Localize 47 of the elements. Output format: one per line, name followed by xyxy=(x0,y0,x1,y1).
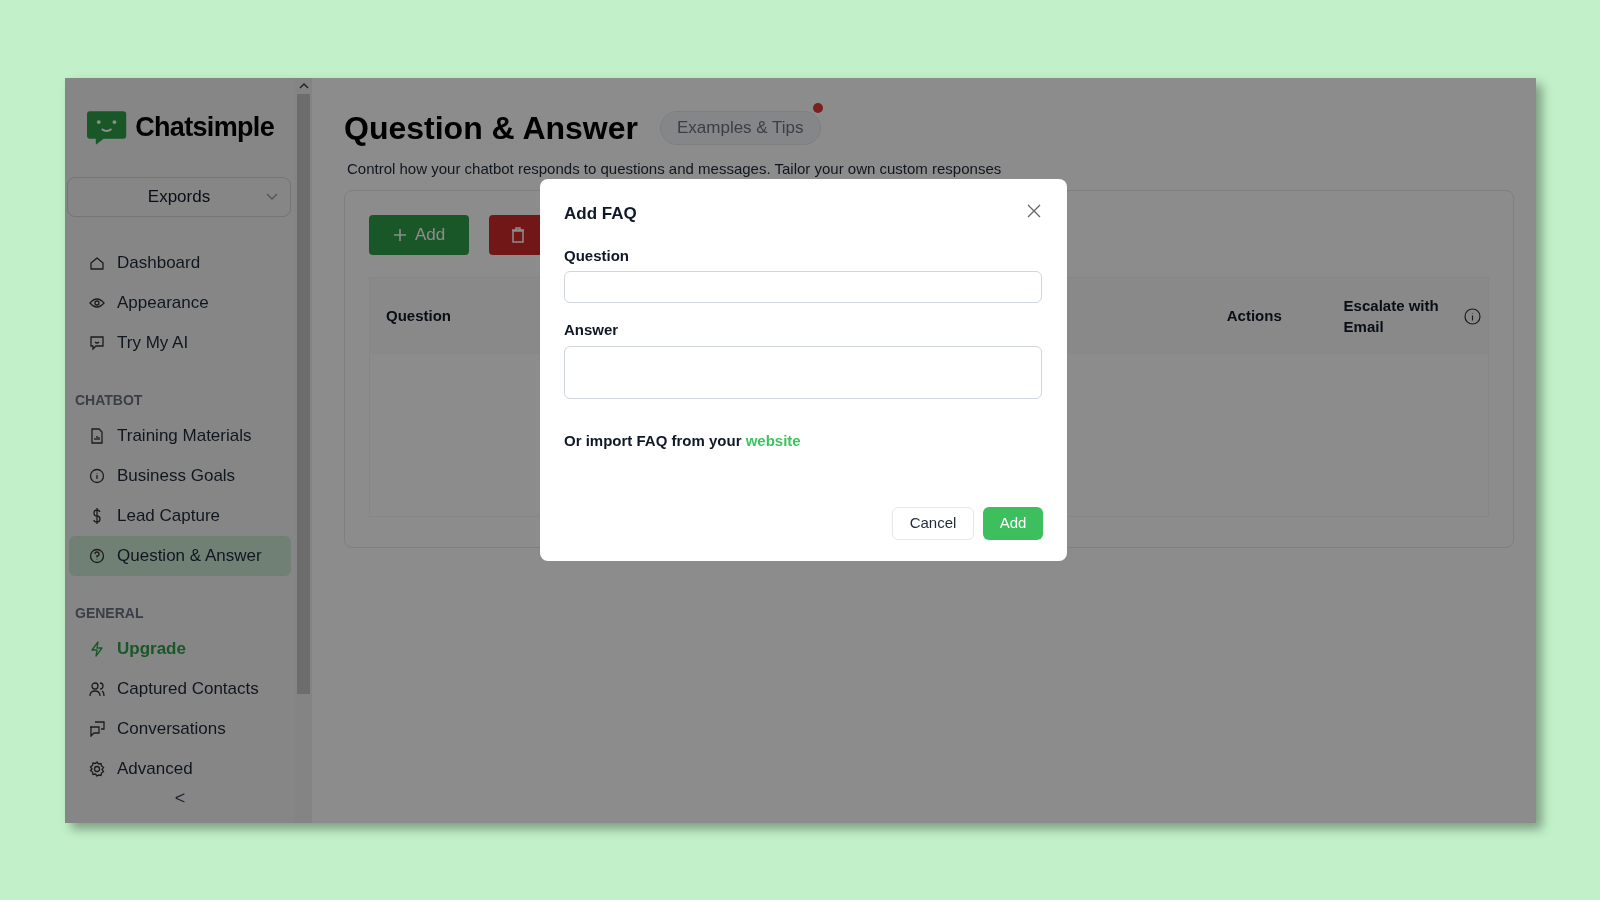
chat-icon xyxy=(89,335,105,351)
import-text: Or import FAQ from your website xyxy=(564,430,802,451)
collapse-button[interactable]: < xyxy=(174,789,186,807)
column-header: Escalate with Email xyxy=(1343,296,1440,337)
field-label: Question xyxy=(564,245,630,266)
workspace-dropdown[interactable]: Expords xyxy=(67,177,291,217)
close-icon xyxy=(1027,203,1041,218)
lightning-icon xyxy=(89,641,105,657)
section-heading: GENERAL xyxy=(74,604,145,623)
house-icon xyxy=(89,255,105,271)
answer-field[interactable] xyxy=(564,345,1042,399)
chevron-down-icon xyxy=(266,193,278,201)
column-header: Actions xyxy=(1226,305,1282,326)
nav-item[interactable]: Training Materials xyxy=(69,416,291,456)
nav-item[interactable]: Conversations xyxy=(69,709,291,749)
examples-tips-button[interactable]: Examples & Tips xyxy=(659,111,821,145)
column-header: Question xyxy=(386,305,451,326)
nav-item[interactable]: Question & Answer xyxy=(69,536,291,576)
chats-icon xyxy=(89,721,105,737)
brand-name: Chatsimple xyxy=(135,110,274,144)
nav-item[interactable]: Dashboard xyxy=(69,243,291,283)
dialog-title: Add FAQ xyxy=(564,203,637,225)
nav-item[interactable]: Appearance xyxy=(69,283,291,323)
close-button[interactable] xyxy=(1027,202,1043,219)
people-icon xyxy=(89,681,105,697)
trash-icon xyxy=(511,227,525,243)
question-icon xyxy=(89,548,105,564)
question-field[interactable] xyxy=(564,271,1042,303)
scroll-up-icon[interactable] xyxy=(298,82,309,90)
nav-item[interactable]: Business Goals xyxy=(69,456,291,496)
nav-item[interactable]: Captured Contacts xyxy=(69,669,291,709)
plus-icon xyxy=(392,228,407,242)
nav-item[interactable]: Lead Capture xyxy=(69,496,291,536)
info-icon[interactable] xyxy=(1463,307,1481,325)
nav-item[interactable]: Try My AI xyxy=(69,323,291,363)
gear-icon xyxy=(89,761,105,777)
page-description: Control how your chatbot responds to questions and messages. Tailor your own custom responses xyxy=(347,160,1003,178)
nav-item[interactable]: Advanced xyxy=(69,749,291,789)
info-icon xyxy=(89,468,105,484)
cancel-button[interactable]: Cancel xyxy=(892,507,974,540)
section-heading: CHATBOT xyxy=(74,391,144,410)
document-icon xyxy=(89,428,105,444)
page-title: Question & Answer xyxy=(344,109,638,148)
chat-logo-icon xyxy=(86,109,128,145)
field-label: Answer xyxy=(564,320,620,340)
add-button[interactable]: Add xyxy=(369,215,469,255)
eye-icon xyxy=(89,295,105,311)
